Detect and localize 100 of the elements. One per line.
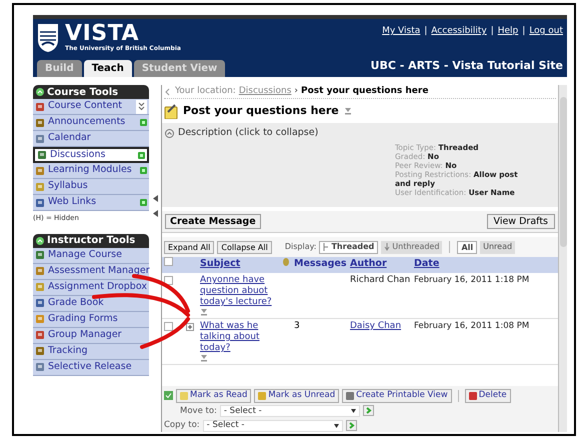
- collapse-all-button[interactable]: Collapse All: [217, 240, 272, 254]
- column-header[interactable]: Date: [414, 257, 556, 272]
- down-arrow-icon: [384, 243, 390, 251]
- action-icon: [346, 392, 354, 400]
- item-label: Manage Course: [48, 248, 123, 262]
- header-link[interactable]: Accessibility: [431, 25, 487, 53]
- subscribe-icon: [200, 308, 208, 316]
- column-header[interactable]: Author: [350, 257, 414, 272]
- collapse-arrow-icon[interactable]: [152, 210, 158, 217]
- author-link[interactable]: Daisy Chan: [350, 321, 402, 332]
- sidebar-item[interactable]: Course Content: [33, 99, 149, 115]
- subscribe-icon: [200, 354, 208, 362]
- link-separator: |: [522, 25, 526, 38]
- dropdown-caret-icon: [350, 408, 356, 413]
- row-checkbox[interactable]: [164, 322, 173, 331]
- breadcrumb-link[interactable]: Discussions: [238, 84, 292, 98]
- expand-all-button[interactable]: Expand All: [164, 240, 214, 254]
- sidebar-item[interactable]: Group Manager: [33, 328, 149, 344]
- author-name: Richard Chan: [350, 275, 410, 286]
- go-arrow-button-icon[interactable]: [362, 405, 374, 416]
- column-header: Messages: [294, 257, 348, 271]
- breadcrumb-separator: ›: [294, 84, 298, 98]
- message-count: 3: [294, 321, 301, 332]
- display-label: Display:: [284, 241, 316, 253]
- message-subject-link[interactable]: Anyonne have question abuot today's lecture?: [200, 275, 282, 308]
- attachment-icon: [282, 257, 290, 267]
- thread-icon: [323, 243, 330, 251]
- item-label: Selective Release: [48, 360, 133, 374]
- sidebar-item[interactable]: Manage Course: [33, 248, 149, 264]
- select-dropdown[interactable]: - Select -: [202, 420, 343, 432]
- collapse-circle-icon: [36, 88, 44, 96]
- item-label: Group Manager: [48, 328, 123, 342]
- bulk-action-button[interactable]: Mark as Unread: [254, 388, 340, 402]
- header-link[interactable]: Log out: [529, 25, 563, 53]
- message-subject-link[interactable]: What was he talking about today?: [200, 321, 282, 354]
- sidebar-item[interactable]: Discussions: [33, 147, 149, 163]
- message-date: February 16, 2011 1:18 PM: [414, 275, 530, 286]
- expand-plus-icon[interactable]: [186, 323, 194, 331]
- select-dropdown[interactable]: - Select -: [220, 404, 360, 417]
- logo-title: VISTA: [65, 23, 140, 45]
- go-arrow-button-icon[interactable]: [346, 420, 357, 432]
- item-label: Calendar: [48, 131, 92, 146]
- action-icon: [468, 392, 477, 400]
- filter-option[interactable]: Unread: [480, 240, 516, 254]
- filter-option[interactable]: All: [457, 240, 478, 254]
- section-title: Instructor Tools: [47, 234, 136, 248]
- row-checkbox[interactable]: [164, 276, 173, 285]
- item-label: Announcements: [48, 115, 126, 130]
- site-title: UBC - ARTS - Vista Tutorial Site: [370, 58, 564, 74]
- sidebar-item[interactable]: Grading Forms: [33, 312, 149, 328]
- collapse-circle-icon[interactable]: [165, 128, 174, 138]
- sidebar-item[interactable]: Syllabus: [33, 179, 149, 195]
- create-message-button[interactable]: Create Message: [165, 214, 261, 229]
- item-label: Discussions: [50, 148, 106, 162]
- breadcrumb-current: Post your questions here: [301, 84, 428, 98]
- select-value: - Select -: [206, 419, 244, 432]
- display-option[interactable]: Unthreaded: [381, 240, 442, 254]
- view-drafts-button[interactable]: View Drafts: [486, 214, 555, 229]
- message-row[interactable]: What was he talking about today? 3 Daisy Chan February 16, 2011 1:08 PM: [162, 319, 558, 365]
- collapse-arrow-icon[interactable]: [152, 195, 158, 202]
- breadcrumb-prefix: Your location:: [175, 84, 236, 98]
- item-label: Tracking: [48, 344, 89, 358]
- action-icon: [258, 392, 266, 400]
- section-title: Course Tools: [47, 86, 118, 100]
- item-label: Grade Book: [48, 296, 105, 310]
- tab[interactable]: Teach: [84, 60, 132, 77]
- sidebar-item[interactable]: Tracking: [33, 344, 149, 360]
- message-row[interactable]: Anyonne have question abuot today's lecture? Richard Chan February 16, 2011 1:18 PM: [162, 273, 558, 319]
- sidebar-item[interactable]: Web Links: [33, 195, 149, 211]
- sidebar-item[interactable]: Assessment Manager: [33, 264, 149, 280]
- item-label: Learning Modules: [48, 163, 133, 178]
- display-option[interactable]: Threaded: [319, 240, 378, 254]
- sidebar-item[interactable]: Announcements: [33, 115, 149, 131]
- select-all-checkbox[interactable]: [164, 257, 173, 266]
- item-label: Assignment Dropbox: [48, 280, 147, 294]
- message-date: February 16, 2011 1:08 PM: [414, 321, 530, 332]
- header-link[interactable]: Help: [498, 25, 518, 53]
- item-label: Assessment Manager: [48, 264, 150, 278]
- column-header[interactable]: Subject: [200, 257, 282, 272]
- section-header[interactable]: Course Tools: [33, 85, 149, 99]
- description-toggle[interactable]: Description (click to collapse): [178, 126, 318, 140]
- dropdown-caret-icon: [334, 424, 339, 428]
- select-value: - Select -: [224, 404, 262, 418]
- item-label: Course Content: [48, 99, 123, 114]
- link-separator: |: [490, 25, 494, 38]
- select-label: Move to:: [180, 404, 217, 418]
- header-link[interactable]: My Vista: [382, 25, 420, 53]
- sidebar-item[interactable]: Selective Release: [33, 360, 149, 376]
- bulk-action-button[interactable]: Delete: [464, 388, 511, 402]
- bulk-action-button[interactable]: Create Printable View: [342, 388, 452, 402]
- sidebar-item[interactable]: Learning Modules: [33, 163, 149, 179]
- double-chevron-icon[interactable]: [136, 100, 147, 114]
- section-header[interactable]: Instructor Tools: [33, 234, 149, 248]
- select-check-icon[interactable]: [164, 391, 173, 400]
- link-separator: |: [424, 25, 428, 38]
- bulk-action-button[interactable]: Mark as Read: [176, 388, 252, 402]
- sidebar-item[interactable]: Calendar: [33, 131, 149, 147]
- subscribe-icon: [344, 107, 352, 115]
- select-label: Copy to:: [164, 419, 200, 432]
- item-label: Web Links: [48, 195, 98, 210]
